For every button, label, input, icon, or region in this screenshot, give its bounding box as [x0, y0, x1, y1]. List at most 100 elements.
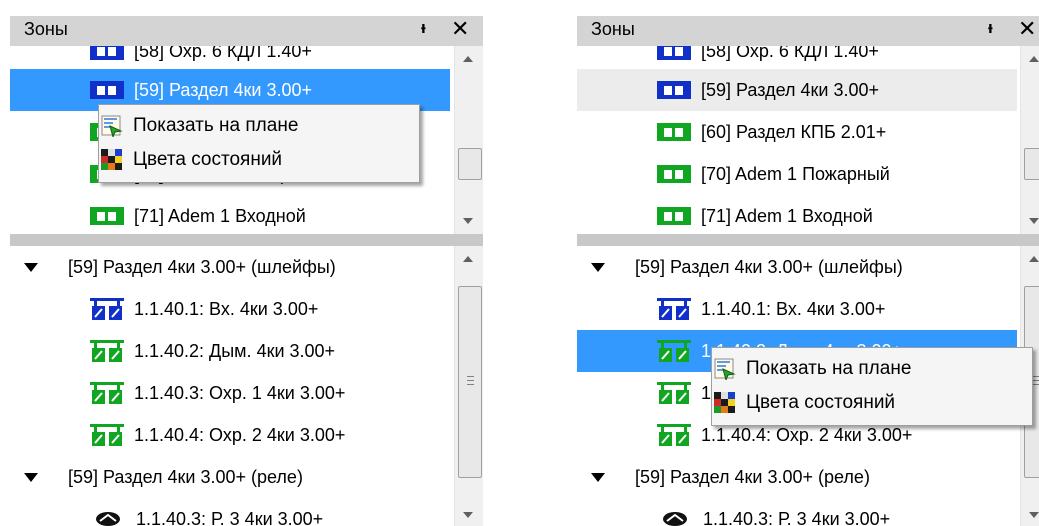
menu-item-state-colors[interactable]: Цвета состояний	[714, 386, 895, 420]
menu-item-label: Цвета состояний	[746, 392, 896, 413]
close-icon[interactable]: ✕	[451, 16, 469, 42]
zone-label: [71] Adem 1 Входной	[701, 205, 873, 226]
state-colors-icon	[714, 392, 735, 413]
scroll-thumb[interactable]	[1024, 148, 1039, 180]
panel-title: Зоны	[24, 19, 68, 39]
group-label: [59] Раздел 4ки 3.00+ (шлейфы)	[68, 256, 336, 277]
device-label: 1.1.40.1: Вх. 4ки 3.00+	[701, 298, 886, 319]
zone-label: [71] Adem 1 Входной	[134, 205, 306, 226]
scroll-down-icon[interactable]	[463, 512, 473, 518]
zone-icon	[90, 81, 124, 99]
scroll-down-icon[interactable]	[1029, 512, 1039, 518]
show-on-plan-icon	[101, 115, 123, 137]
menu-item-label: Показать на плане	[746, 358, 912, 379]
devices-tree: [59] Раздел 4ки 3.00+ (шлейфы) 1.1.40.1:…	[10, 246, 483, 526]
scroll-up-icon[interactable]	[1029, 256, 1039, 262]
context-menu: Показать на плане Цвета состояний	[711, 347, 1033, 426]
scroll-thumb[interactable]	[458, 286, 482, 478]
zone-label: [58] Охр. 6 КДЛ 1.40+	[701, 46, 879, 61]
collapse-arrow-icon[interactable]	[24, 472, 38, 482]
group-row-loops[interactable]: [59] Раздел 4ки 3.00+ (шлейфы)	[577, 246, 1017, 288]
device-row[interactable]: 1.1.40.3: Охр. 1 4ки 3.00+	[10, 372, 450, 414]
menu-item-label: Цвета состояний	[133, 149, 283, 170]
device-row[interactable]: 1.1.40.3: Р. 3 4ки 3.00+	[10, 498, 450, 526]
device-row[interactable]: 1.1.40.1: Вх. 4ки 3.00+	[577, 288, 1017, 330]
panel-titlebar: Зоны ᵻ ✕	[577, 16, 1039, 46]
context-menu: Показать на плане Цвета состояний	[98, 104, 420, 183]
zone-item[interactable]: [71] Adem 1 Входной	[10, 195, 450, 234]
zones-tree: [58] Охр. 6 КДЛ 1.40+ [59] Раздел 4ки 3.…	[577, 46, 1039, 234]
zone-label: [60] Раздел КПБ 2.01+	[701, 121, 887, 142]
menu-item-state-colors[interactable]: Цвета состояний	[101, 143, 282, 177]
group-label: [59] Раздел 4ки 3.00+ (реле)	[635, 466, 870, 487]
zone-icon	[657, 165, 691, 183]
loop-icon	[90, 340, 124, 362]
close-icon[interactable]: ✕	[1018, 16, 1036, 42]
group-row-loops[interactable]: [59] Раздел 4ки 3.00+ (шлейфы)	[10, 246, 450, 288]
collapse-arrow-icon[interactable]	[591, 262, 605, 272]
zone-icon	[657, 81, 691, 99]
zone-item-hover[interactable]: [59] Раздел 4ки 3.00+	[577, 69, 1017, 111]
scroll-up-icon[interactable]	[1029, 56, 1039, 62]
zone-label: [59] Раздел 4ки 3.00+	[701, 79, 880, 100]
scroll-down-icon[interactable]	[1029, 218, 1039, 224]
collapse-arrow-icon[interactable]	[24, 262, 38, 272]
zone-item[interactable]: [71] Adem 1 Входной	[577, 195, 1017, 234]
device-label: 1.1.40.3: Р. 3 4ки 3.00+	[136, 508, 324, 526]
zones-scrollbar[interactable]	[454, 46, 483, 234]
device-row[interactable]: 1.1.40.1: Вх. 4ки 3.00+	[10, 288, 450, 330]
menu-item-label: Показать на плане	[133, 115, 299, 136]
zone-item[interactable]: [60] Раздел КПБ 2.01+	[577, 111, 1017, 153]
zone-icon	[657, 123, 691, 141]
state-colors-icon	[101, 149, 122, 170]
collapse-arrow-icon[interactable]	[591, 472, 605, 482]
pin-icon[interactable]: ᵻ	[421, 18, 426, 38]
zone-icon	[657, 46, 691, 60]
loop-icon	[657, 298, 691, 320]
zone-icon	[90, 207, 124, 225]
zone-icon	[90, 46, 124, 60]
device-label: 1.1.40.2: Дым. 4ки 3.00+	[134, 340, 336, 361]
zone-item[interactable]: [70] Adem 1 Пожарный	[577, 153, 1017, 195]
pin-icon[interactable]: ᵻ	[988, 18, 993, 38]
panel-title: Зоны	[591, 19, 635, 39]
loop-icon	[657, 424, 691, 446]
devices-scrollbar[interactable]	[454, 246, 483, 526]
zone-label: [58] Охр. 6 КДЛ 1.40+	[134, 46, 312, 61]
device-row[interactable]: 1.1.40.2: Дым. 4ки 3.00+	[10, 330, 450, 372]
group-label: [59] Раздел 4ки 3.00+ (реле)	[68, 466, 303, 487]
scroll-down-icon[interactable]	[463, 218, 473, 224]
menu-item-show-on-plan[interactable]: Показать на плане	[101, 109, 298, 143]
loop-icon	[657, 382, 691, 404]
scroll-up-icon[interactable]	[463, 256, 473, 262]
zone-icon	[657, 207, 691, 225]
loop-icon	[90, 382, 124, 404]
zone-label: [59] Раздел 4ки 3.00+	[134, 79, 313, 100]
zone-label: [70] Adem 1 Пожарный	[701, 163, 890, 184]
show-on-plan-icon	[714, 358, 736, 380]
zones-scrollbar[interactable]	[1020, 46, 1039, 234]
loop-icon	[90, 298, 124, 320]
loop-icon	[90, 424, 124, 446]
relay-icon	[663, 512, 687, 526]
device-label: 1.1.40.3: Р. 3 4ки 3.00+	[703, 508, 891, 526]
device-label: 1.1.40.3: Охр. 1 4ки 3.00+	[134, 382, 346, 403]
scroll-up-icon[interactable]	[463, 56, 473, 62]
device-label: 1.1.40.1: Вх. 4ки 3.00+	[134, 298, 319, 319]
group-row-relays[interactable]: [59] Раздел 4ки 3.00+ (реле)	[577, 456, 1017, 498]
group-label: [59] Раздел 4ки 3.00+ (шлейфы)	[635, 256, 903, 277]
splitter[interactable]	[577, 234, 1039, 246]
group-row-relays[interactable]: [59] Раздел 4ки 3.00+ (реле)	[10, 456, 450, 498]
scroll-thumb[interactable]	[458, 148, 482, 180]
zones-panel-right: Зоны ᵻ ✕ [58] Охр. 6 КДЛ 1.40+ [59] Разд…	[577, 16, 1039, 526]
device-row[interactable]: 1.1.40.3: Р. 3 4ки 3.00+	[577, 498, 1017, 526]
device-row[interactable]: 1.1.40.4: Охр. 2 4ки 3.00+	[10, 414, 450, 456]
menu-item-show-on-plan[interactable]: Показать на плане	[714, 352, 911, 386]
device-label: 1.1.40.4: Охр. 2 4ки 3.00+	[134, 424, 346, 445]
loop-icon	[657, 340, 691, 362]
splitter[interactable]	[10, 234, 483, 246]
device-label: 1.1.40.4: Охр. 2 4ки 3.00+	[701, 424, 913, 445]
relay-icon	[96, 512, 120, 526]
panel-titlebar: Зоны ᵻ ✕	[10, 16, 483, 46]
zones-panel-left: Зоны ᵻ ✕ [58] Охр. 6 КДЛ 1.40+ [59] Разд…	[10, 16, 483, 526]
